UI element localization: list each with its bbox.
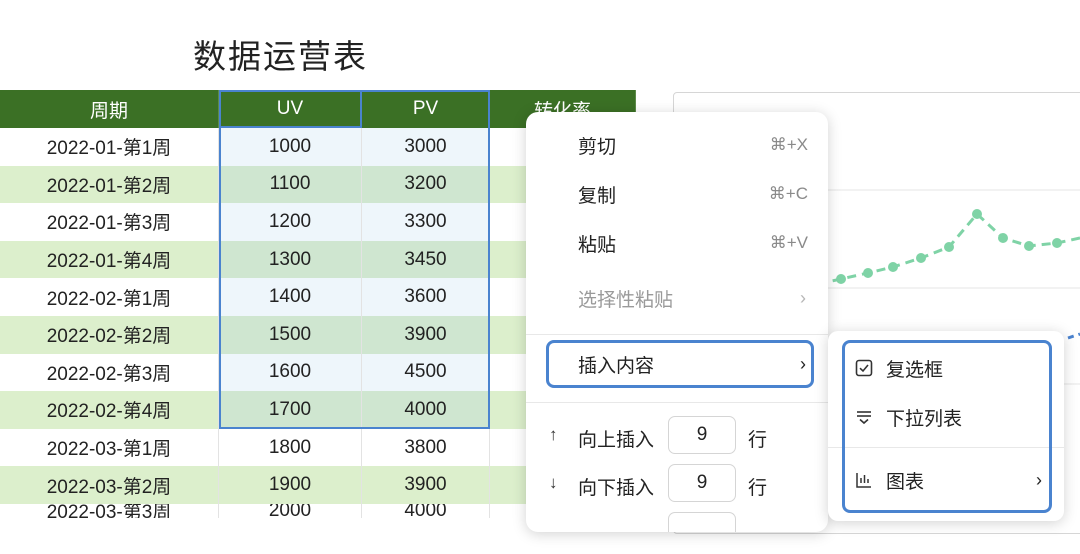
bar-chart-icon <box>854 470 874 490</box>
shortcut-label: ⌘+X <box>769 135 808 154</box>
submenu-item-dropdown-list[interactable]: 下拉列表 <box>828 397 1064 437</box>
cell-uv[interactable]: 1400 <box>219 278 362 316</box>
menu-divider <box>828 447 1064 448</box>
cell-pv[interactable]: 4000 <box>362 391 490 429</box>
cell-pv[interactable]: 3300 <box>362 203 490 241</box>
shortcut-label: ⌘+V <box>769 233 808 252</box>
chevron-right-icon: › <box>1036 469 1042 490</box>
cell-uv[interactable]: 1800 <box>219 428 362 467</box>
menu-item-label: 插入内容 <box>578 355 655 377</box>
cell-period[interactable]: 2022-01-第4周 <box>0 240 219 279</box>
submenu-item-chart[interactable]: 图表 › <box>828 460 1064 500</box>
active-cell-outline <box>219 90 362 128</box>
chart-point <box>836 274 846 284</box>
chart-point <box>944 242 954 252</box>
menu-item-label: 剪切 <box>578 136 617 158</box>
menu-item-insert-above[interactable]: ↑ 向上插入 9 行 <box>526 414 828 458</box>
menu-item-cut[interactable]: 剪切 ⌘+X <box>526 123 828 167</box>
chart-point <box>863 268 873 278</box>
page-title: 数据运营表 <box>193 38 368 75</box>
shortcut-label: ⌘+C <box>768 184 808 203</box>
submenu-item-label: 图表 <box>886 471 925 493</box>
cell-uv[interactable]: 1900 <box>219 466 362 504</box>
cell-pv[interactable]: 3450 <box>362 240 490 279</box>
cell-pv[interactable]: 3600 <box>362 278 490 316</box>
context-menu: 剪切 ⌘+X 复制 ⌘+C 粘贴 ⌘+V 选择性粘贴 › 插入内容 › ↑ 向上… <box>526 112 828 532</box>
unit-label: 行 <box>748 478 768 499</box>
chevron-right-icon: › <box>800 353 806 374</box>
cell-uv[interactable]: 1500 <box>219 315 362 354</box>
col-header-period[interactable]: 周期 <box>0 90 219 128</box>
menu-item-partial <box>526 510 828 554</box>
menu-item-paste[interactable]: 粘贴 ⌘+V <box>526 221 828 265</box>
arrow-down-icon: ↓ <box>549 473 558 492</box>
dropdown-list-icon <box>854 407 874 427</box>
cell-pv[interactable]: 3900 <box>362 315 490 354</box>
cell-period[interactable]: 2022-03-第3周 <box>0 503 219 518</box>
arrow-up-icon: ↑ <box>549 425 558 444</box>
cell-period[interactable]: 2022-02-第1周 <box>0 278 219 316</box>
cell-period[interactable]: 2022-03-第1周 <box>0 428 219 467</box>
menu-item-copy[interactable]: 复制 ⌘+C <box>526 172 828 216</box>
chart-series-line-2 <box>1067 332 1080 340</box>
cell-pv[interactable]: 3800 <box>362 428 490 467</box>
cell-period[interactable]: 2022-02-第2周 <box>0 315 219 354</box>
menu-item-label: 选择性粘贴 <box>578 289 674 311</box>
cell-uv[interactable]: 1100 <box>219 165 362 204</box>
cell-period[interactable]: 2022-01-第1周 <box>0 128 219 166</box>
chart-point <box>916 253 926 263</box>
cell-uv[interactable]: 1000 <box>219 128 362 166</box>
submenu-item-label: 下拉列表 <box>886 408 963 430</box>
cell-pv[interactable]: 3900 <box>362 466 490 504</box>
cell-uv[interactable]: 1300 <box>219 240 362 279</box>
insert-content-submenu: 复选框 下拉列表 图表 › <box>828 331 1064 521</box>
chart-point <box>1024 241 1034 251</box>
menu-item-label: 向下插入 <box>578 478 655 499</box>
cell-uv[interactable]: 1200 <box>219 203 362 241</box>
cell-period[interactable]: 2022-01-第3周 <box>0 203 219 241</box>
cell-pv[interactable]: 4500 <box>362 353 490 392</box>
insert-below-count-input[interactable]: 9 <box>668 464 736 502</box>
cell-period[interactable]: 2022-02-第3周 <box>0 353 219 392</box>
menu-item-label: 向上插入 <box>578 430 655 451</box>
chart-point <box>1052 238 1062 248</box>
menu-item-insert-content[interactable]: 插入内容 › <box>526 342 828 386</box>
unit-label: 行 <box>748 430 768 451</box>
checkbox-icon <box>854 358 874 378</box>
count-input-partial <box>668 512 736 532</box>
insert-above-count-input[interactable]: 9 <box>668 416 736 454</box>
cell-pv[interactable]: 4000 <box>362 503 490 518</box>
menu-divider <box>526 402 828 403</box>
menu-divider <box>526 334 828 335</box>
chart-point <box>998 233 1008 243</box>
cell-period[interactable]: 2022-01-第2周 <box>0 165 219 204</box>
submenu-item-checkbox[interactable]: 复选框 <box>828 348 1064 388</box>
submenu-item-label: 复选框 <box>886 359 944 381</box>
chevron-right-icon: › <box>800 287 806 308</box>
cell-uv[interactable]: 1600 <box>219 353 362 392</box>
chart-point <box>972 209 982 219</box>
menu-item-paste-special[interactable]: 选择性粘贴 › <box>526 276 828 320</box>
menu-item-label: 粘贴 <box>578 234 617 256</box>
cell-uv[interactable]: 2000 <box>219 503 362 518</box>
menu-item-insert-below[interactable]: ↓ 向下插入 9 行 <box>526 462 828 506</box>
cell-pv[interactable]: 3000 <box>362 128 490 166</box>
menu-item-label: 复制 <box>578 185 617 207</box>
cell-period[interactable]: 2022-03-第2周 <box>0 466 219 504</box>
col-header-pv[interactable]: PV <box>362 90 490 128</box>
cell-pv[interactable]: 3200 <box>362 165 490 204</box>
cell-period[interactable]: 2022-02-第4周 <box>0 391 219 429</box>
chart-point <box>888 262 898 272</box>
cell-uv[interactable]: 1700 <box>219 391 362 429</box>
